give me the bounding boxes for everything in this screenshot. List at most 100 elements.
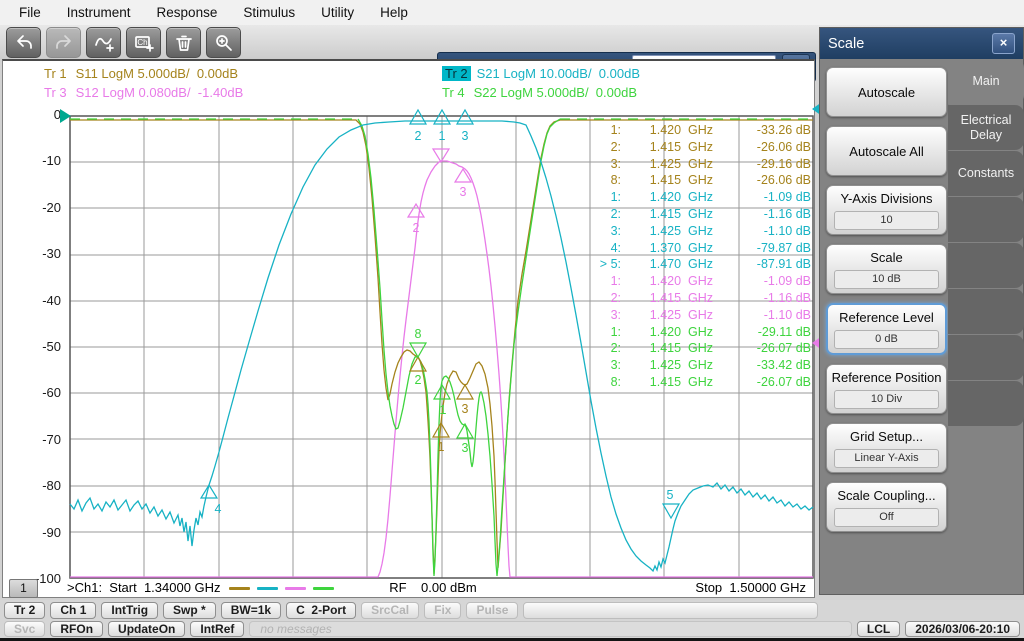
stimulus-start-label: >Ch1: Start 1.34000 GHz: [67, 580, 221, 595]
legend-dash-s22: [313, 587, 334, 590]
scale-panel-tab[interactable]: Constants: [948, 151, 1024, 196]
delete-button[interactable]: [166, 27, 201, 58]
scale-panel-tab[interactable]: Electrical Delay: [948, 105, 1024, 150]
scale-panel-button[interactable]: Reference Position 10 Div: [826, 364, 947, 414]
close-icon: ×: [999, 35, 1008, 50]
marker-readout-row: 2: 1.415 GHz -26.07 dB: [610, 341, 811, 356]
marker-readout-row: 3: 1.425 GHz -1.10 dB: [610, 223, 811, 238]
svg-text:3: 3: [462, 402, 469, 416]
y-axis-tick-label: 0: [53, 107, 61, 122]
svg-text:1: 1: [440, 403, 447, 417]
zoom-icon: [215, 34, 232, 51]
zoom-button[interactable]: [206, 27, 241, 58]
tab-filler: [948, 197, 1024, 242]
status-button[interactable]: BW=1k: [220, 602, 282, 619]
scale-panel-tab[interactable]: Main: [948, 59, 1024, 104]
marker-readout-row: 3: 1.425 GHz -33.42 dB: [610, 358, 811, 373]
add-channel-button[interactable]: Ch: [126, 27, 161, 58]
add-trace-icon: [94, 37, 114, 52]
y-axis-tick-label: -80: [42, 478, 61, 494]
svg-text:Ch: Ch: [137, 38, 147, 47]
menu-item[interactable]: Help: [367, 5, 421, 20]
scale-panel-button[interactable]: Y-Axis Divisions 10: [826, 185, 947, 235]
datetime-display: 2026/03/06-20:10: [905, 621, 1020, 637]
y-axis-tick-label: -30: [42, 246, 61, 262]
marker-readout-row: 2: 1.415 GHz -1.16 dB: [610, 206, 811, 221]
svg-text:4: 4: [215, 502, 222, 516]
scale-panel-tabs: Main Electrical Delay Constants: [948, 59, 1024, 593]
trace-label[interactable]: Tr 3 S12 LogM 0.080dB/ -1.40dB: [44, 85, 243, 104]
trace-color-legend: [229, 587, 334, 590]
trace-label[interactable]: Tr 1 S11 LogM 5.000dB/ 0.00dB: [44, 66, 243, 85]
svg-text:3: 3: [462, 441, 469, 455]
undo-button[interactable]: [6, 27, 41, 58]
svg-text:1: 1: [438, 440, 445, 454]
message-area: no messages: [249, 621, 852, 637]
y-axis-tick-label: -10: [42, 153, 61, 169]
y-axis-tick-label: -60: [42, 385, 61, 401]
trace-label[interactable]: Tr 2 S21 LogM 10.00dB/ 0.00dB: [442, 66, 640, 85]
trace-labels-left: Tr 1 S11 LogM 5.000dB/ 0.00dB Tr 3 S12 LogM…: [44, 66, 243, 104]
add-trace-button[interactable]: [86, 27, 121, 58]
status-button[interactable]: C 2-Port: [286, 602, 357, 619]
menu-item[interactable]: Utility: [308, 5, 367, 20]
legend-dash-s12: [285, 587, 306, 590]
vna-screen: File Instrument Response Stimulus Utility Hel…: [0, 0, 1024, 641]
marker-readout-row: 2: 1.415 GHz -1.16 dB: [610, 290, 811, 305]
menu-bar: File Instrument Response Stimulus Utility Hel…: [0, 0, 1024, 25]
svg-text:3: 3: [460, 185, 467, 199]
menu-item[interactable]: Instrument: [54, 5, 144, 20]
status-button[interactable]: UpdateOn: [108, 621, 186, 637]
menu-item[interactable]: Stimulus: [230, 5, 308, 20]
trace-labels-right: Tr 2 S21 LogM 10.00dB/ 0.00dB Tr 4 S22 LogM…: [442, 66, 640, 104]
stimulus-stop-label: Stop 1.50000 GHz: [695, 580, 806, 595]
status-button[interactable]: Pulse: [466, 602, 519, 619]
tab-filler: [948, 335, 1024, 380]
status-row-1: Tr 2 Ch 1 IntTrig Swp * BW=1k C 2-Port SrcCal F…: [4, 602, 1020, 619]
status-button[interactable]: Ch 1: [50, 602, 97, 619]
y-axis-tick-label: -40: [42, 292, 61, 308]
marker-readout-row: 3: 1.425 GHz -1.10 dB: [610, 307, 811, 322]
y-axis-tick-label: -90: [42, 524, 61, 540]
marker-readout-row: 1: 1.420 GHz -29.11 dB: [610, 324, 811, 339]
redo-button[interactable]: [46, 27, 81, 58]
svg-text:2: 2: [415, 129, 422, 143]
scale-panel: Scale × Autoscale Autoscale All Y-Axis D…: [819, 27, 1024, 595]
y-axis-tick-label: -70: [42, 431, 61, 447]
status-button[interactable]: [523, 602, 818, 619]
trace-label[interactable]: Tr 4 S22 LogM 5.000dB/ 0.00dB: [442, 85, 640, 104]
menu-item[interactable]: Response: [144, 5, 231, 20]
marker-readout-row: > 5: 1.470 GHz -87.91 dB: [599, 257, 811, 272]
status-button[interactable]: Tr 2: [4, 602, 46, 619]
status-button[interactable]: RFOn: [50, 621, 104, 637]
y-axis-tick-label: -50: [42, 338, 61, 354]
toolbar-buttons: Ch: [6, 27, 241, 58]
status-button[interactable]: SrcCal: [361, 602, 420, 619]
scale-panel-button[interactable]: Scale 10 dB: [826, 244, 947, 294]
status-button[interactable]: Svc: [4, 621, 46, 637]
redo-icon: [55, 34, 71, 49]
svg-text:1: 1: [439, 129, 446, 143]
trash-icon: [175, 35, 192, 51]
scale-panel-title: Scale: [828, 35, 865, 52]
scale-panel-button[interactable]: Scale Coupling... Off: [826, 482, 947, 532]
status-button[interactable]: Swp *: [163, 602, 216, 619]
status-row-2: Svc RFOn UpdateOn IntRef no messages LCL 20…: [4, 621, 1020, 637]
chart-panel: Tr 1 S11 LogM 5.000dB/ 0.00dB Tr 3 S12 LogM…: [2, 59, 822, 598]
scale-panel-button[interactable]: Autoscale All: [826, 126, 947, 176]
scale-panel-button[interactable]: Autoscale: [826, 67, 947, 117]
marker-readout-row: 8: 1.415 GHz -26.06 dB: [610, 173, 811, 188]
marker-readout-row: 1: 1.420 GHz -1.09 dB: [610, 274, 811, 289]
marker-readout-row: 2: 1.415 GHz -26.06 dB: [610, 139, 811, 154]
status-button[interactable]: IntRef: [190, 621, 245, 637]
status-button[interactable]: Fix: [424, 602, 462, 619]
menu-item[interactable]: File: [6, 5, 54, 20]
scale-panel-button[interactable]: Reference Level 0 dB: [826, 303, 947, 355]
status-button[interactable]: IntTrig: [101, 602, 159, 619]
channel-tab[interactable]: 1: [9, 579, 38, 598]
scale-panel-button[interactable]: Grid Setup... Linear Y-Axis: [826, 423, 947, 473]
legend-dash-s21: [257, 587, 278, 590]
close-button[interactable]: ×: [992, 33, 1015, 54]
marker-readout-row: 3: 1.425 GHz -29.16 dB: [610, 156, 811, 171]
svg-text:2: 2: [415, 373, 422, 387]
